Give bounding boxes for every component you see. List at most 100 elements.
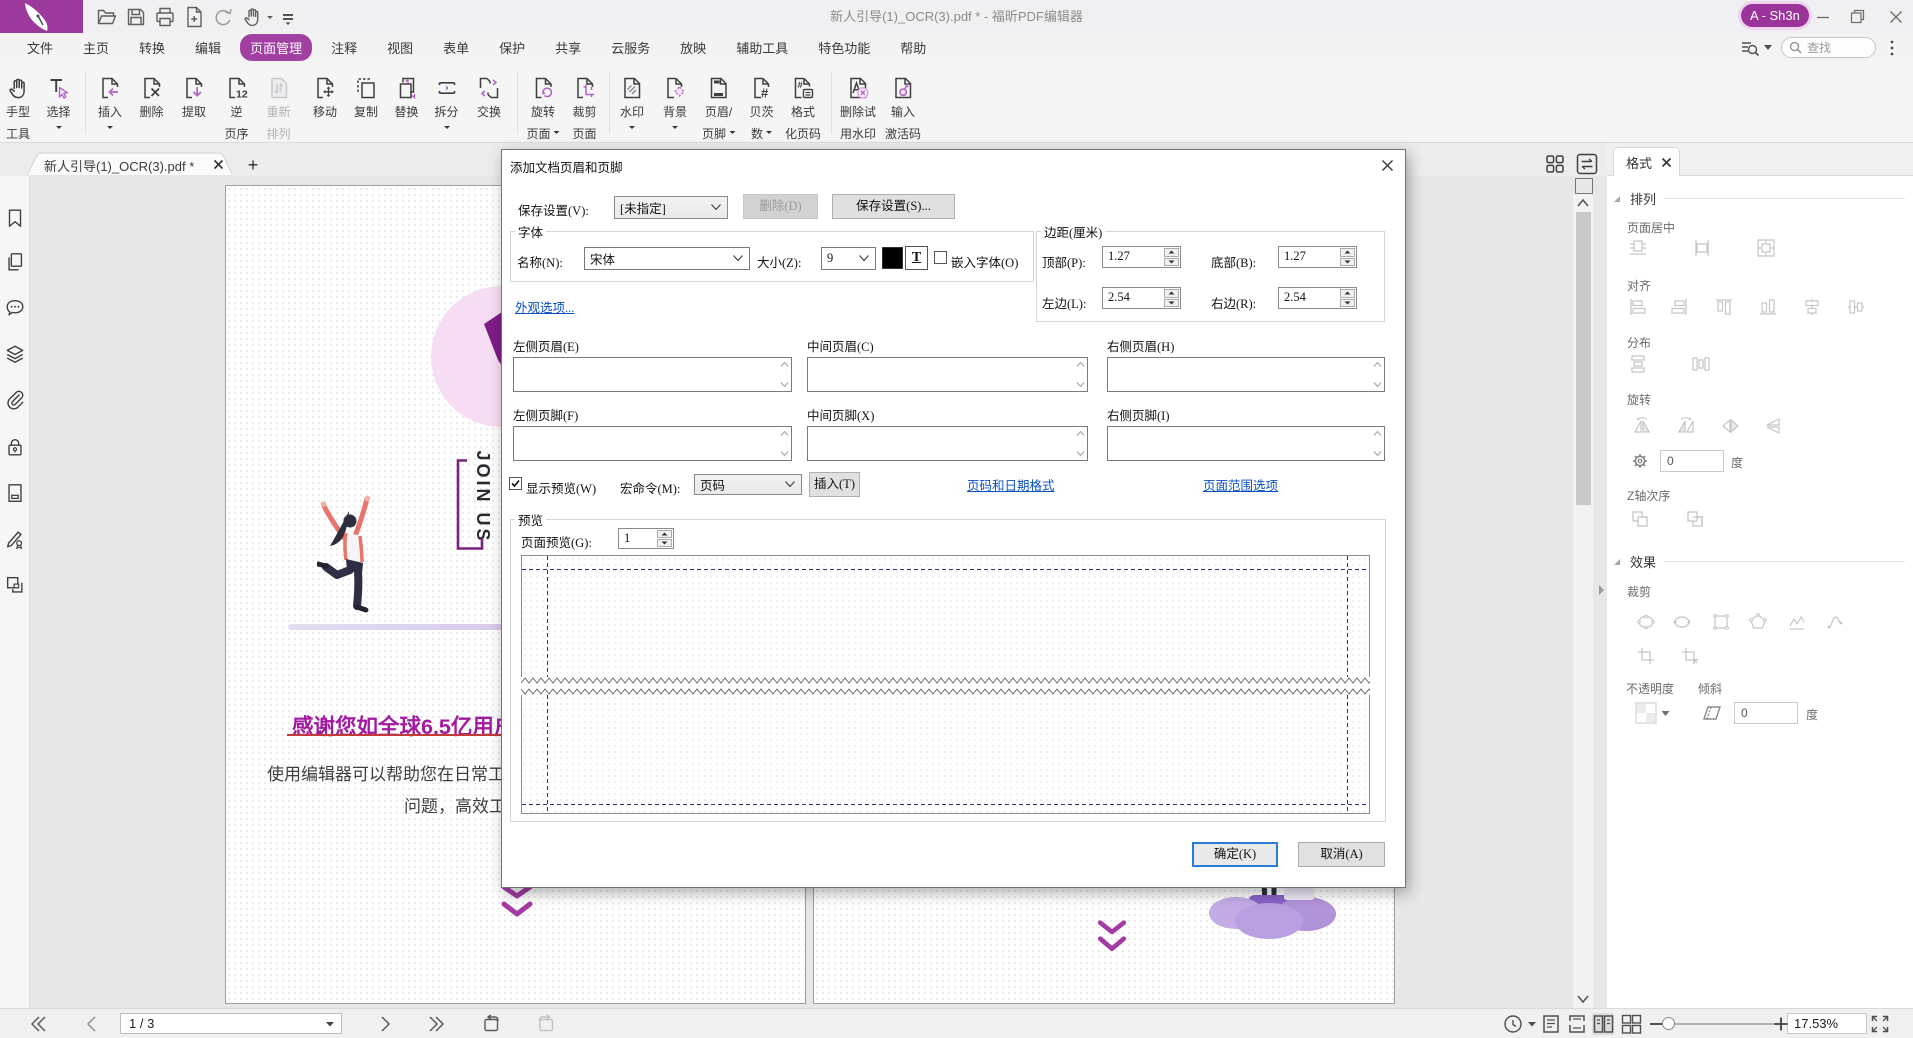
rotate-right-icon[interactable] — [1673, 414, 1699, 438]
header-center-textarea[interactable] — [807, 357, 1088, 392]
rotate-left-icon[interactable] — [1629, 414, 1655, 438]
scrollbar-thumb[interactable] — [1576, 212, 1591, 505]
menu-主页[interactable]: 主页 — [68, 35, 124, 60]
insert-button[interactable]: 插入(T) — [809, 472, 860, 497]
menu-表单[interactable]: 表单 — [428, 35, 484, 60]
center-horizontal-icon[interactable] — [1625, 236, 1651, 260]
menu-转换[interactable]: 转换 — [124, 35, 180, 60]
send-backward-icon[interactable] — [1682, 507, 1708, 531]
signature-icon[interactable] — [4, 528, 26, 550]
ribbon-tool-复制[interactable]: 复制 — [354, 70, 378, 122]
margin-bottom-spinner[interactable]: 1.27 — [1278, 246, 1357, 268]
spin-down-icon[interactable] — [657, 539, 672, 547]
next-page-icon[interactable] — [374, 1013, 396, 1035]
crop-zigzag-icon[interactable] — [1784, 610, 1810, 634]
menu-帮助[interactable]: 帮助 — [885, 35, 941, 60]
align-top-icon[interactable] — [1711, 295, 1737, 319]
textarea-scroll-up-icon[interactable] — [1373, 361, 1382, 368]
textarea-scroll-down-icon[interactable] — [1076, 381, 1085, 388]
menu-注释[interactable]: 注释 — [316, 35, 372, 60]
document-tab[interactable]: 新人引导(1)_OCR(3).pdf * — [28, 152, 232, 176]
facing-continuous-icon[interactable] — [1620, 1013, 1642, 1035]
scrollbar-down-icon[interactable] — [1577, 995, 1589, 1004]
advanced-search-icon[interactable] — [1739, 37, 1772, 59]
center-vertical-icon[interactable] — [1689, 236, 1715, 260]
spin-up-icon[interactable] — [1164, 248, 1179, 257]
reading-mode-icon[interactable] — [1502, 1013, 1524, 1035]
user-account-badge[interactable]: A - Sh3n — [1741, 4, 1809, 27]
panel-section-排列[interactable]: 排列 — [1613, 189, 1905, 208]
customize-toolbar-icon[interactable] — [273, 0, 302, 33]
hand-tool-icon[interactable] — [237, 0, 266, 33]
zoom-in-icon[interactable] — [1770, 1013, 1792, 1035]
ribbon-tool-删除试用水印[interactable]: 删除试用水印 — [840, 70, 876, 144]
scrollbar-split-box[interactable] — [1575, 178, 1593, 194]
menu-文件[interactable]: 文件 — [12, 35, 68, 60]
menu-辅助工具[interactable]: 辅助工具 — [721, 35, 803, 60]
ribbon-tool-格式化页码[interactable]: #格式化页码 — [785, 70, 821, 144]
page-thumbnails-icon[interactable] — [4, 251, 26, 273]
header-right-textarea[interactable] — [1107, 357, 1385, 392]
scrollbar-up-icon[interactable] — [1577, 198, 1589, 207]
rotation-gear-icon[interactable] — [1631, 452, 1649, 470]
show-preview-checkbox[interactable] — [509, 477, 522, 490]
ribbon-tool-提取[interactable]: 提取 — [182, 70, 206, 122]
skew-icon[interactable] — [1701, 703, 1723, 723]
ribbon-tool-插入[interactable]: 插入 — [98, 70, 122, 132]
ribbon-tool-背景[interactable]: 背景 — [663, 70, 687, 132]
open-file-icon[interactable] — [92, 0, 121, 33]
center-both-icon[interactable] — [1753, 236, 1779, 260]
skew-degree-input[interactable]: 0 — [1734, 702, 1798, 724]
textarea-scroll-up-icon[interactable] — [780, 430, 789, 437]
more-menu-icon[interactable] — [1885, 39, 1899, 57]
menu-保护[interactable]: 保护 — [484, 35, 540, 60]
save-settings-button[interactable]: 保存设置(S)... — [832, 194, 955, 219]
menu-特色功能[interactable]: 特色功能 — [803, 35, 885, 60]
restore-button[interactable] — [1840, 0, 1874, 33]
layers-icon[interactable] — [4, 343, 26, 365]
footer-right-textarea[interactable] — [1107, 426, 1385, 461]
menu-编辑[interactable]: 编辑 — [180, 35, 236, 60]
ribbon-tool-拆分[interactable]: 拆分 — [434, 70, 458, 132]
ribbon-tool-交换[interactable]: 交换 — [477, 70, 501, 122]
ribbon-tool-贝茨数[interactable]: #贝茨数 — [749, 70, 773, 144]
menu-云服务[interactable]: 云服务 — [596, 35, 665, 60]
tab-close-icon[interactable] — [210, 156, 226, 172]
ribbon-tool-逆页序[interactable]: 12逆页序 — [224, 70, 248, 144]
opacity-swatch[interactable] — [1635, 702, 1657, 724]
textarea-scroll-up-icon[interactable] — [1076, 361, 1085, 368]
flip-vertical-icon[interactable] — [1760, 414, 1786, 438]
macro-combo[interactable]: 页码 — [694, 474, 802, 495]
ribbon-tool-删除[interactable]: 删除 — [139, 70, 163, 122]
font-name-combo[interactable]: 宋体 — [584, 247, 750, 270]
previous-view-icon[interactable] — [480, 1013, 502, 1035]
textarea-scroll-up-icon[interactable] — [1373, 430, 1382, 437]
search-input[interactable] — [1807, 41, 1867, 55]
ribbon-tool-旋转页面[interactable]: 旋转页面 — [526, 70, 559, 144]
crop-icon[interactable] — [1633, 644, 1659, 668]
destinations-icon[interactable] — [4, 482, 26, 504]
redo-icon[interactable] — [208, 0, 237, 33]
ribbon-tool-输入激活码[interactable]: 输入激活码 — [885, 70, 921, 144]
ribbon-tool-水印[interactable]: 水印 — [620, 70, 644, 132]
crop-remove-icon[interactable] — [1677, 644, 1703, 668]
margin-left-spinner[interactable]: 2.54 — [1102, 287, 1181, 309]
crop-curve-icon[interactable] — [1822, 610, 1848, 634]
distribute-vertical-icon[interactable] — [1625, 352, 1651, 376]
previous-page-icon[interactable] — [81, 1013, 103, 1035]
ribbon-tool-裁剪页面[interactable]: 裁剪页面 — [572, 70, 596, 144]
panel-collapse-handle[interactable] — [1598, 578, 1607, 602]
spin-up-icon[interactable] — [1164, 289, 1179, 298]
align-hcenter-icon[interactable] — [1799, 295, 1825, 319]
textarea-scroll-down-icon[interactable] — [1076, 450, 1085, 457]
textarea-scroll-up-icon[interactable] — [780, 361, 789, 368]
cancel-button[interactable]: 取消(A) — [1298, 842, 1385, 867]
zoom-slider-track[interactable] — [1663, 1023, 1777, 1025]
flip-horizontal-icon[interactable] — [1717, 414, 1743, 438]
ribbon-tool-手型工具[interactable]: 手型工具 — [6, 70, 30, 144]
textarea-scroll-down-icon[interactable] — [1373, 381, 1382, 388]
preview-page-spinner[interactable]: 1 — [618, 528, 674, 549]
font-size-combo[interactable]: 9 — [821, 247, 876, 270]
format-panel-tab[interactable]: 格式 — [1613, 147, 1680, 176]
zoom-value-box[interactable]: 17.53% — [1787, 1013, 1867, 1034]
